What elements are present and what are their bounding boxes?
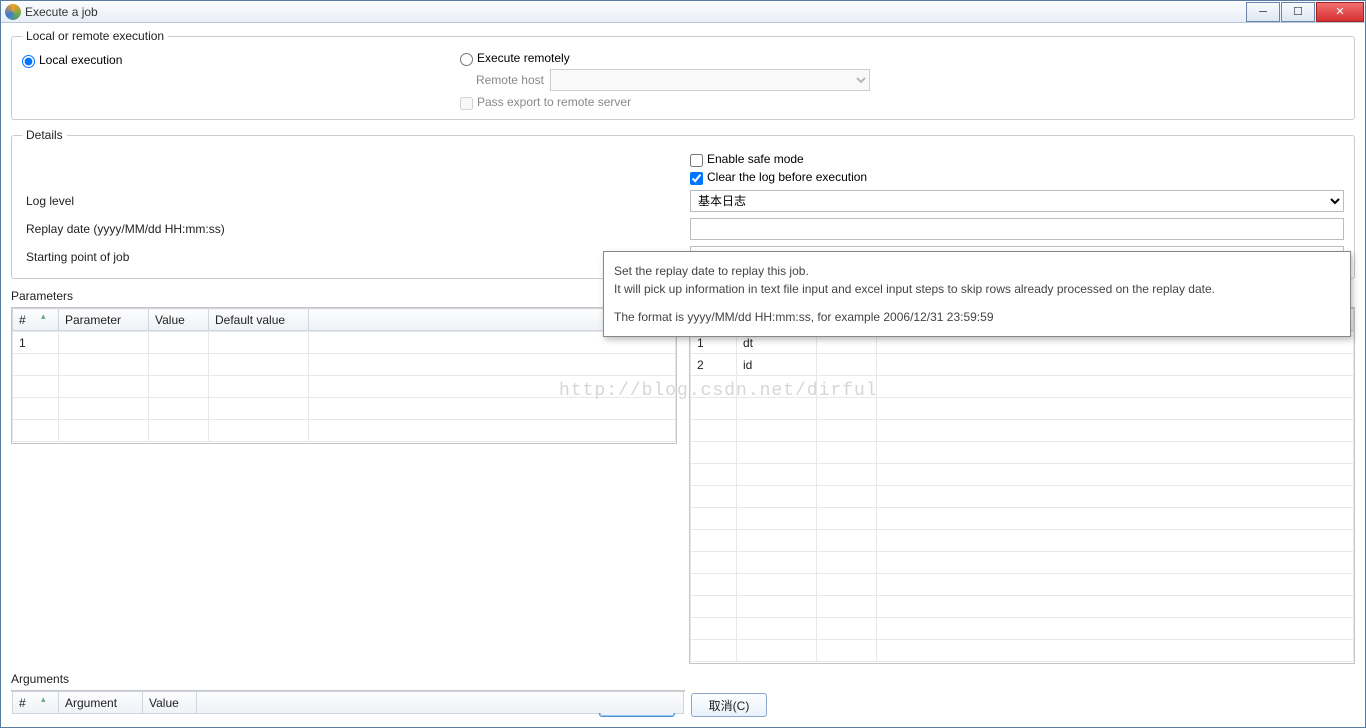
remote-execution-label: Execute remotely (477, 51, 570, 65)
variables-grid[interactable]: # Variable Value 1 d (689, 307, 1355, 664)
table-row[interactable] (691, 574, 1354, 596)
parameters-grid[interactable]: # Parameter Value Default value (11, 307, 677, 444)
local-execution-radio-input[interactable] (22, 55, 35, 68)
app-icon (5, 4, 21, 20)
log-level-label: Log level (22, 194, 690, 208)
clear-log-checkbox[interactable]: Clear the log before execution (690, 170, 1344, 184)
window-buttons: ─ ☐ ✕ (1246, 2, 1365, 22)
replay-date-input[interactable] (690, 218, 1344, 240)
starting-point-label: Starting point of job (22, 250, 690, 264)
details-legend: Details (22, 128, 67, 142)
table-row[interactable] (691, 508, 1354, 530)
cancel-button[interactable]: 取消(C) (691, 693, 767, 717)
table-row[interactable]: 2 id (691, 354, 1354, 376)
table-row[interactable] (691, 640, 1354, 662)
titlebar[interactable]: Execute a job ─ ☐ ✕ (1, 1, 1365, 23)
safe-mode-checkbox-input[interactable] (690, 154, 703, 167)
table-row[interactable] (13, 354, 676, 376)
table-row[interactable] (691, 486, 1354, 508)
remote-host-label: Remote host (460, 73, 550, 87)
dialog-window: Execute a job ─ ☐ ✕ http://blog.csdn.net… (0, 0, 1366, 728)
params-col-value[interactable]: Value (149, 309, 209, 331)
safe-mode-checkbox[interactable]: Enable safe mode (690, 152, 1344, 166)
params-col-num[interactable]: # (13, 309, 59, 331)
table-row[interactable] (691, 398, 1354, 420)
table-row[interactable] (13, 420, 676, 442)
args-col-num[interactable]: # (13, 692, 59, 714)
args-col-spacer (197, 692, 684, 714)
parameters-label: Parameters (11, 287, 677, 307)
arguments-panel: Arguments # Argument Value (11, 670, 685, 685)
pass-export-checkbox-input[interactable] (460, 97, 473, 110)
window-title: Execute a job (25, 5, 98, 19)
remote-host-select[interactable] (550, 69, 870, 91)
upper-tables: Parameters # Parameter Value Default val… (11, 287, 1355, 664)
clear-log-label: Clear the log before execution (707, 170, 867, 184)
remote-execution-radio[interactable]: Execute remotely (460, 51, 1344, 65)
table-row[interactable] (691, 552, 1354, 574)
execution-legend: Local or remote execution (22, 29, 168, 43)
safe-mode-label: Enable safe mode (707, 152, 804, 166)
table-row[interactable] (691, 420, 1354, 442)
minimize-button[interactable]: ─ (1246, 2, 1280, 22)
table-row[interactable] (691, 442, 1354, 464)
table-row[interactable] (691, 464, 1354, 486)
remote-execution-radio-input[interactable] (460, 53, 473, 66)
table-row[interactable] (691, 596, 1354, 618)
client-area: http://blog.csdn.net/dirful Local or rem… (1, 23, 1365, 727)
tooltip-line1: Set the replay date to replay this job. (614, 262, 1340, 280)
lower-spacer (697, 670, 1355, 685)
args-col-argument[interactable]: Argument (59, 692, 143, 714)
maximize-button[interactable]: ☐ (1281, 2, 1315, 22)
table-row[interactable] (691, 618, 1354, 640)
close-button[interactable]: ✕ (1316, 2, 1364, 22)
lower-area: Arguments # Argument Value (11, 670, 1355, 685)
tooltip-line3: The format is yyyy/MM/dd HH:mm:ss, for e… (614, 308, 1340, 326)
table-row[interactable] (691, 530, 1354, 552)
table-row[interactable] (13, 376, 676, 398)
replay-date-label: Replay date (yyyy/MM/dd HH:mm:ss) (22, 222, 690, 236)
table-row[interactable] (13, 398, 676, 420)
pass-export-label: Pass export to remote server (477, 95, 631, 109)
log-level-select[interactable]: 基本日志 (690, 190, 1344, 212)
pass-export-checkbox[interactable]: Pass export to remote server (460, 95, 1344, 109)
table-row[interactable]: 1 (13, 332, 676, 354)
tooltip-line2: It will pick up information in text file… (614, 280, 1340, 298)
execution-group: Local or remote execution Local executio… (11, 29, 1355, 120)
args-col-value[interactable]: Value (143, 692, 197, 714)
params-col-default[interactable]: Default value (209, 309, 309, 331)
local-execution-radio[interactable]: Local execution (22, 53, 460, 67)
local-execution-label: Local execution (39, 53, 122, 67)
clear-log-checkbox-input[interactable] (690, 172, 703, 185)
replay-tooltip: Set the replay date to replay this job. … (603, 251, 1351, 337)
table-row[interactable] (691, 376, 1354, 398)
params-col-parameter[interactable]: Parameter (59, 309, 149, 331)
parameters-panel: Parameters # Parameter Value Default val… (11, 287, 677, 664)
variables-panel: # Variable Value 1 d (689, 287, 1355, 664)
